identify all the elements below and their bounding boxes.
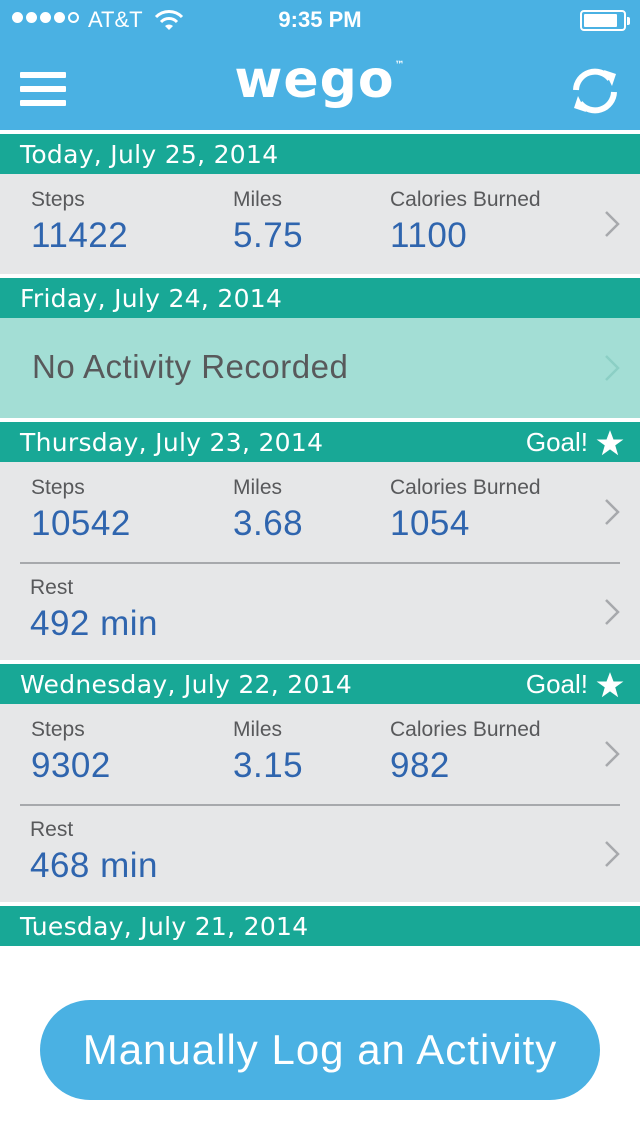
chevron-right-icon <box>605 841 620 867</box>
rest-label: Rest <box>30 818 74 841</box>
activity-summary-row[interactable]: Steps 11422 Miles 5.75 Calories Burned 1100 <box>0 174 640 274</box>
rest-value: 492 min <box>30 604 159 643</box>
miles-value: 3.68 <box>233 504 304 543</box>
day-header: Thursday, July 23, 2014 Goal! <box>0 418 640 462</box>
star-icon <box>596 671 624 697</box>
star-icon <box>596 429 624 455</box>
miles-label: Miles <box>233 476 283 499</box>
steps-value: 9302 <box>31 746 111 785</box>
steps-label: Steps <box>31 476 85 499</box>
day-header: Tuesday, July 21, 2014 <box>0 902 640 946</box>
steps-label: Steps <box>31 188 85 211</box>
steps-value: 10542 <box>31 504 131 543</box>
chevron-right-icon <box>605 741 620 767</box>
miles-label: Miles <box>233 188 283 211</box>
row-divider <box>20 804 620 806</box>
day-header: Today, July 25, 2014 <box>0 130 640 174</box>
calories-label: Calories Burned <box>390 188 541 211</box>
calories-value: 1054 <box>390 504 470 543</box>
activity-summary-row[interactable]: Steps 9302 Miles 3.15 Calories Burned 982 <box>0 704 640 804</box>
chevron-right-icon <box>605 599 620 625</box>
battery-icon <box>580 10 630 31</box>
rest-label: Rest <box>30 576 74 599</box>
sync-icon[interactable] <box>568 66 622 116</box>
app-header: AT&T 9:35 PM wego™ <box>0 0 640 130</box>
no-activity-row[interactable]: No Activity Recorded <box>0 318 640 418</box>
rest-row[interactable]: Rest 468 min <box>0 804 640 902</box>
day-date: Today, July 25, 2014 <box>20 140 279 169</box>
chevron-right-icon <box>605 499 620 525</box>
day-header: Friday, July 24, 2014 <box>0 274 640 318</box>
calories-label: Calories Burned <box>390 476 541 499</box>
rest-row[interactable]: Rest 492 min <box>0 562 640 660</box>
goal-label: Goal! <box>525 427 588 457</box>
day-date: Thursday, July 23, 2014 <box>20 428 324 457</box>
goal-badge: Goal! <box>526 669 624 700</box>
rest-value: 468 min <box>30 846 159 885</box>
miles-value: 5.75 <box>233 216 304 255</box>
chevron-right-icon <box>605 211 620 237</box>
steps-label: Steps <box>31 718 85 741</box>
status-bar: AT&T 9:35 PM <box>0 0 640 40</box>
steps-value: 11422 <box>31 216 129 255</box>
day-date: Tuesday, July 21, 2014 <box>20 912 309 941</box>
chevron-right-icon <box>605 355 620 381</box>
goal-label: Goal! <box>525 669 588 699</box>
manually-log-activity-button[interactable]: Manually Log an Activity <box>40 1000 600 1100</box>
day-date: Friday, July 24, 2014 <box>20 284 283 313</box>
calories-value: 982 <box>390 746 450 785</box>
activity-summary-row[interactable]: Steps 10542 Miles 3.68 Calories Burned 1054 <box>0 462 640 562</box>
day-header: Wednesday, July 22, 2014 Goal! <box>0 660 640 704</box>
miles-label: Miles <box>233 718 283 741</box>
wego-logo: wego™ <box>234 50 406 110</box>
row-divider <box>20 562 620 564</box>
day-date: Wednesday, July 22, 2014 <box>20 670 353 699</box>
activity-list[interactable]: Today, July 25, 2014 Steps 11422 Miles 5.7… <box>0 130 640 964</box>
no-activity-text: No Activity Recorded <box>32 348 349 385</box>
calories-value: 1100 <box>390 216 468 255</box>
goal-badge: Goal! <box>526 427 624 458</box>
status-time: 9:35 PM <box>278 7 362 32</box>
calories-label: Calories Burned <box>390 718 541 741</box>
miles-value: 3.15 <box>233 746 304 785</box>
